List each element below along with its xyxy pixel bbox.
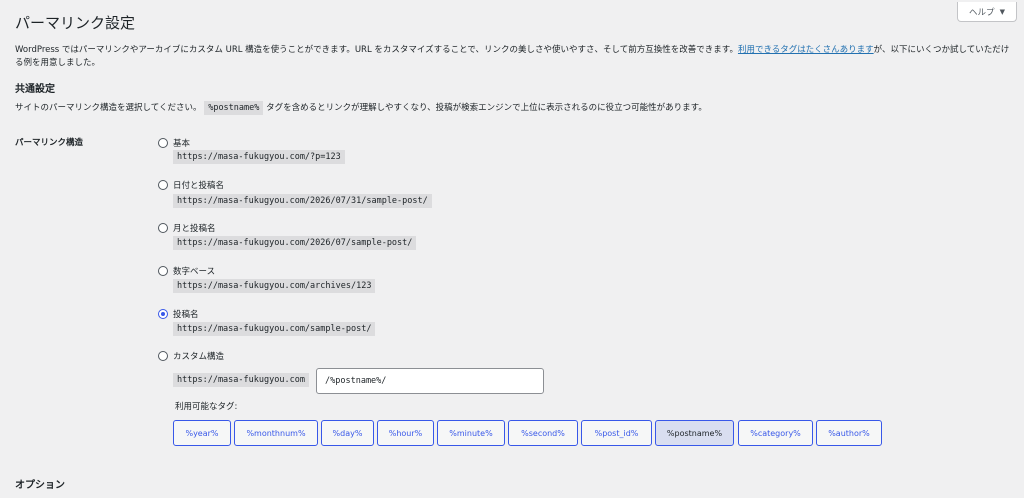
intro-text: WordPress ではパーマリンクやアーカイブにカスタム URL 構造を使うこ… bbox=[15, 44, 1015, 70]
option-month-name-example: https://masa-fukugyou.com/2026/07/sample… bbox=[173, 236, 417, 250]
tag-day-button[interactable]: %day% bbox=[321, 420, 374, 446]
option-day-name[interactable]: 日付と投稿名 bbox=[158, 179, 224, 191]
radio-numeric[interactable] bbox=[158, 266, 168, 276]
option-plain[interactable]: 基本 bbox=[158, 137, 190, 149]
option-day-name-label: 日付と投稿名 bbox=[173, 181, 225, 191]
option-day-name-example: https://masa-fukugyou.com/2026/07/31/sam… bbox=[173, 194, 432, 208]
available-tags-label: 利用可能なタグ: bbox=[175, 402, 238, 412]
desc-before: サイトのパーマリンク構造を選択してください。 bbox=[15, 103, 202, 113]
radio-month-name[interactable] bbox=[158, 223, 168, 233]
tag-second-button[interactable]: %second% bbox=[508, 420, 578, 446]
option-numeric-label: 数字ベース bbox=[173, 267, 216, 277]
postname-code: %postname% bbox=[204, 101, 264, 115]
option-plain-example: https://masa-fukugyou.com/?p=123 bbox=[173, 150, 345, 164]
caret-down-icon: ▼ bbox=[999, 7, 1005, 16]
tag-post-id-button[interactable]: %post_id% bbox=[581, 420, 652, 446]
page-title: パーマリンク設定 bbox=[15, 14, 136, 32]
custom-structure-input[interactable] bbox=[316, 368, 544, 394]
option-numeric-example: https://masa-fukugyou.com/archives/123 bbox=[173, 279, 376, 293]
tag-year-button[interactable]: %year% bbox=[173, 420, 231, 446]
common-settings-description: サイトのパーマリンク構造を選択してください。 %postname% タグを含める… bbox=[15, 101, 707, 115]
option-post-name-example: https://masa-fukugyou.com/sample-post/ bbox=[173, 322, 376, 336]
custom-base-url: https://masa-fukugyou.com bbox=[173, 373, 309, 387]
common-settings-title: 共通設定 bbox=[15, 84, 55, 95]
tag-minute-button[interactable]: %minute% bbox=[437, 420, 505, 446]
tag-hour-button[interactable]: %hour% bbox=[377, 420, 434, 446]
tag-postname-button[interactable]: %postname% bbox=[655, 420, 734, 446]
option-custom-label: カスタム構造 bbox=[173, 352, 225, 362]
option-custom[interactable]: カスタム構造 bbox=[158, 350, 224, 362]
available-tags-link[interactable]: 利用できるタグはたくさんあります bbox=[738, 45, 874, 55]
tag-author-button[interactable]: %author% bbox=[816, 420, 882, 446]
desc-after: タグを含めるとリンクが理解しやすくなり、投稿が検索エンジンで上位に表示されるのに… bbox=[266, 103, 707, 113]
radio-day-name[interactable] bbox=[158, 180, 168, 190]
option-post-name-label: 投稿名 bbox=[173, 310, 199, 320]
permalink-structure-label: パーマリンク構造 bbox=[15, 138, 84, 148]
option-numeric[interactable]: 数字ベース bbox=[158, 265, 215, 277]
tag-monthnum-button[interactable]: %monthnum% bbox=[234, 420, 318, 446]
tag-category-button[interactable]: %category% bbox=[738, 420, 813, 446]
radio-post-name[interactable] bbox=[158, 309, 168, 319]
radio-custom[interactable] bbox=[158, 351, 168, 361]
option-plain-label: 基本 bbox=[173, 139, 191, 149]
intro-text-before: WordPress ではパーマリンクやアーカイブにカスタム URL 構造を使うこ… bbox=[15, 45, 738, 55]
help-button[interactable]: ヘルプ ▼ bbox=[957, 2, 1017, 22]
option-month-name[interactable]: 月と投稿名 bbox=[158, 222, 216, 234]
option-month-name-label: 月と投稿名 bbox=[173, 224, 216, 234]
help-label: ヘルプ bbox=[969, 7, 995, 18]
options-section-title: オプション bbox=[15, 480, 65, 491]
option-post-name[interactable]: 投稿名 bbox=[158, 308, 199, 320]
radio-plain[interactable] bbox=[158, 138, 168, 148]
